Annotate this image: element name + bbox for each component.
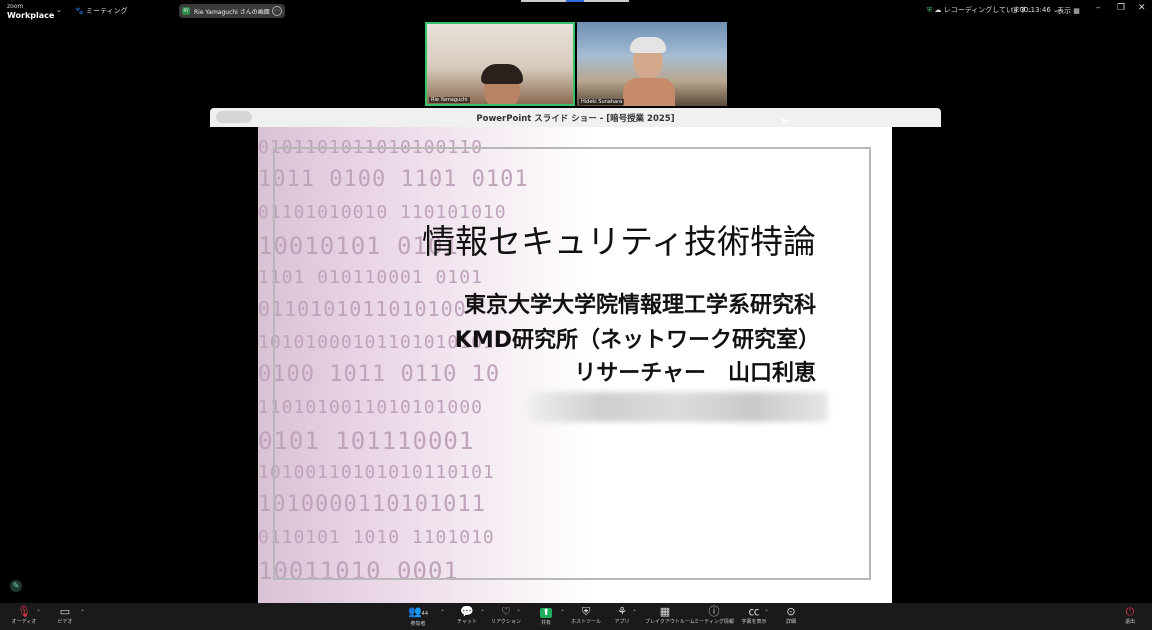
paw-icon: 🐾 xyxy=(75,7,84,15)
host-tools-button[interactable]: ⛨ ホストツール xyxy=(566,606,606,626)
participant-name: Rie Yamaguchi xyxy=(429,97,470,103)
minimize-icon[interactable]: – xyxy=(1096,3,1101,13)
breakout-rooms-button[interactable]: ▦ ブレイクアウトルーム xyxy=(645,605,695,626)
participant-shirt xyxy=(623,78,675,106)
more-button[interactable]: ⊙ 詳細 xyxy=(771,606,811,626)
zoom-logo: zoom Workplace xyxy=(7,3,55,20)
top-bar: zoom Workplace ⌄ 🐾 ミーティング RY Rie Yamaguc… xyxy=(0,0,1152,20)
slide-line-1: 東京大学大学院情報理工学系研究科 xyxy=(463,293,816,318)
redacted-contact xyxy=(528,392,828,422)
info-icon: ⓘ xyxy=(708,605,720,618)
leave-button[interactable]: ⏻ 退出 xyxy=(1110,606,1150,626)
clock-icon: ◷ xyxy=(1011,6,1018,14)
meeting-toolbar: 🎙 オーディオ ⌃ ▭ ビデオ ⌃ 👥44 参加者 ⌃ 💬 チャット ⌃ ♡ リ… xyxy=(0,603,1152,630)
captions-caret[interactable]: ⌃ xyxy=(764,609,769,616)
slide-line-3: リサーチャー 山口利恵 xyxy=(574,361,816,386)
participant-tile[interactable]: Rie Yamaguchi xyxy=(425,22,575,106)
chat-caret[interactable]: ⌃ xyxy=(480,609,485,616)
slide: 0101101011010100110 1011 0100 1101 0101 … xyxy=(258,127,892,603)
participant-tile[interactable]: Hideki Sunahara xyxy=(577,22,727,106)
slide-title: 情報セキュリティ技術特論 xyxy=(421,222,816,261)
window-title: PowerPoint スライド ショー - [暗号授業 2025] xyxy=(476,114,675,124)
close-icon[interactable]: ✕ xyxy=(1138,3,1146,13)
slide-line-2: KMD研究所（ネットワーク研究室） xyxy=(454,328,820,353)
apps-caret[interactable]: ⌃ xyxy=(632,609,637,616)
share-caret[interactable]: ⌃ xyxy=(560,609,565,616)
grid-icon: ▦ xyxy=(659,605,671,618)
mouse-cursor-icon: ➤ xyxy=(780,115,790,128)
video-camera-icon: ▭ xyxy=(59,605,71,618)
participant-name: Hideki Sunahara xyxy=(579,99,625,105)
chevron-down-icon[interactable]: ⌄ xyxy=(56,6,62,14)
avatar: RY xyxy=(182,7,190,15)
restore-icon[interactable]: ❐ xyxy=(1117,3,1125,13)
meeting-menu[interactable]: 🐾 ミーティング xyxy=(75,6,128,16)
share-label: Rie Yamaguchi さんの画面 xyxy=(194,9,270,16)
top-strip-active xyxy=(566,0,584,2)
screen-share-indicator[interactable]: RY Rie Yamaguchi さんの画面 ⋯ xyxy=(179,4,285,18)
grid-icon: ▦ xyxy=(1073,7,1080,15)
shield-check-icon: ⛨ xyxy=(927,6,933,14)
leave-icon: ⏻ xyxy=(1125,605,1135,618)
slideshow-titlebar[interactable]: PowerPoint スライド ショー - [暗号授業 2025] xyxy=(210,108,941,127)
timer: ◷ 00:13:46 ⌄ xyxy=(1011,6,1059,14)
reaction-caret[interactable]: ⌃ xyxy=(516,609,521,616)
meeting-info-button[interactable]: ⓘ ミーティング情報 xyxy=(694,606,734,626)
shield-icon: ⛨ xyxy=(581,605,591,618)
meeting-label: ミーティング xyxy=(85,7,128,15)
participant-hair xyxy=(481,64,523,84)
more-dots-icon: ⊙ xyxy=(786,605,796,618)
cloud-icon: ☁ xyxy=(934,6,942,14)
people-icon: 👥44 xyxy=(407,605,429,618)
video-button[interactable]: ▭ ビデオ xyxy=(45,606,85,626)
participants-caret[interactable]: ⌃ xyxy=(440,609,445,616)
view-button[interactable]: 表示 ▦ xyxy=(1057,6,1080,16)
video-options-caret[interactable]: ⌃ xyxy=(80,609,85,616)
participant-hair xyxy=(630,37,666,53)
audio-options-caret[interactable]: ⌃ xyxy=(36,609,41,616)
participants-button[interactable]: 👥44 参加者 xyxy=(398,606,438,628)
annotate-icon[interactable]: ✎ xyxy=(10,580,22,592)
more-icon[interactable]: ⋯ xyxy=(272,6,282,16)
